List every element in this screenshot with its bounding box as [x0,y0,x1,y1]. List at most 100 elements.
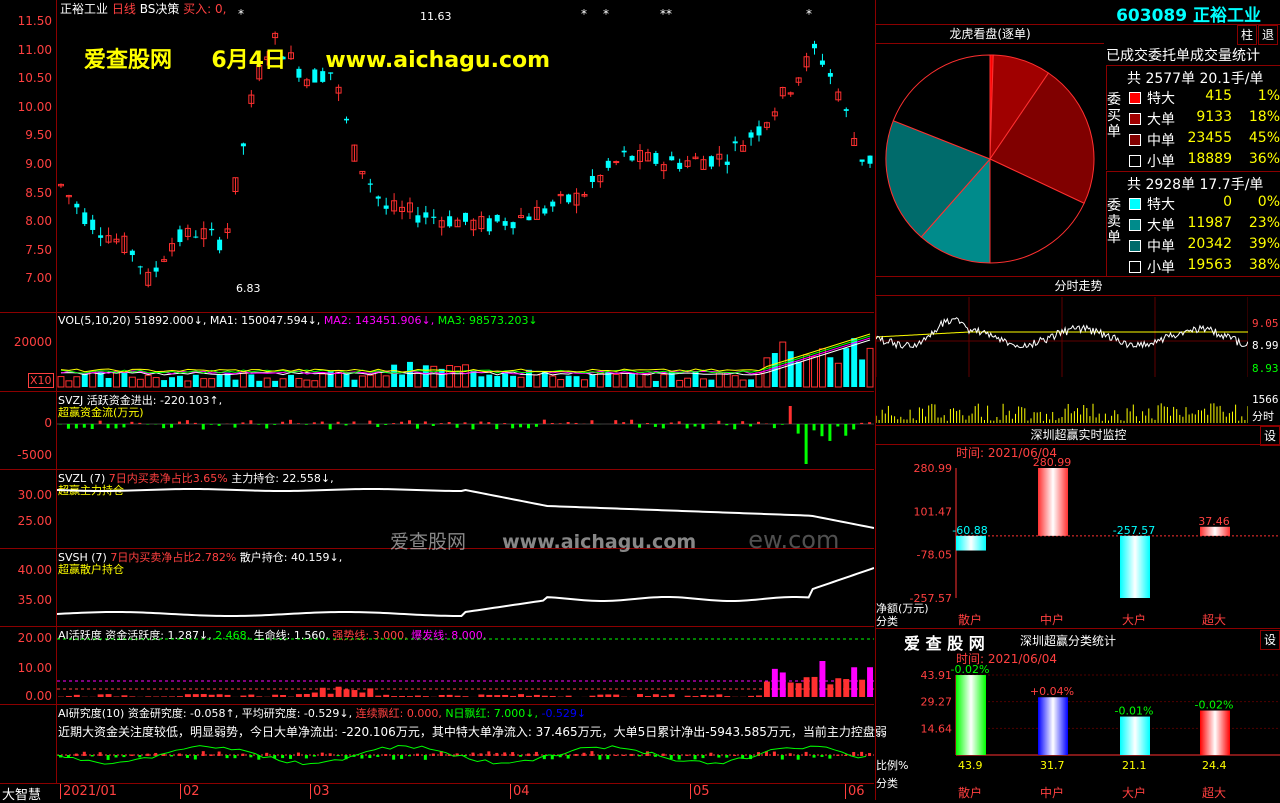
buy-row-value: 18889 [1187,151,1232,167]
candle-body [868,156,873,164]
dragon-panel[interactable]: 龙虎看盘(逐单) 柱 退 已成交委托单成交量统计 委买单 共 2577单 20.… [875,25,1280,277]
volume-bar [153,378,159,387]
candle-body [487,218,492,231]
ai-bar [605,694,611,697]
classify-bar-top: -0.02% [951,663,990,676]
intraday-panel[interactable]: 分时走势 9.05 8.99 8.93 1566 分时 [875,277,1280,426]
air-bar [75,754,78,756]
svzj-bar [868,422,871,424]
svzj-bar [107,424,110,428]
air-bar [432,754,435,756]
buy-row-label: 中单 [1147,130,1175,150]
ai-bar [812,677,818,697]
ai-bar [661,696,667,697]
air-bar [186,755,189,758]
indicator-line [57,489,874,528]
intra-tick-0: 9.05 [1252,317,1279,330]
air-bar [670,755,673,759]
volume-y-axis: 20000 X10 [0,313,57,391]
air-bar [226,755,229,758]
candle-body [677,163,682,169]
candle-body [503,221,508,226]
air-bar [606,755,609,759]
air-bar [392,755,395,760]
sell-section: 委卖单 共 2928单 17.7手/单 特大00%大单1198723%中单203… [1106,171,1280,276]
volume-bar [288,375,294,387]
ai-bar [296,694,302,697]
ai-bar [248,695,254,697]
star-marker: * [806,7,812,21]
classify-bar-label: 中户 [1040,785,1064,800]
sell-row-value: 11987 [1187,215,1232,231]
svzl-panel[interactable]: 30.00 25.00 SVZL (7) 7日内买卖净占比3.65% 主力持仓:… [0,470,874,549]
svzj-bar [567,422,570,424]
classify-settings-button[interactable]: 设 [1260,630,1280,650]
svzj-bar [495,424,498,429]
svzj-bar [828,424,831,441]
intra-tick-2: 8.93 [1252,362,1279,375]
svzj-bar [694,424,697,426]
sell-swatch [1129,240,1141,252]
ai-activity-panel[interactable]: 20.00 10.00 0.00 AI活跃度 资金活跃度: 1.287↓, 2.… [0,627,874,705]
exit-button[interactable]: 退 [1258,25,1278,45]
volume-bar [486,375,492,387]
order-pie-chart [882,51,1098,267]
volume-bar [137,379,143,387]
volume-bar [447,365,453,387]
sell-swatch [1129,261,1141,273]
svzj-bars [57,392,874,469]
ai-bar [320,688,326,697]
sell-row-value: 20342 [1187,236,1232,252]
volume-bar [391,365,397,387]
air-bar [511,752,514,756]
monitor-panel[interactable]: 深圳超赢实时监控 设 时间: 2021/06/04 280.99101.47-7… [875,426,1280,629]
classify-panel[interactable]: 爱 查 股 网 深圳超赢分类统计 设 时间: 2021/06/04 43.912… [875,629,1280,800]
bar-toggle-button[interactable]: 柱 [1237,25,1257,45]
monitor-y-tick: 280.99 [914,462,953,475]
monitor-settings-button[interactable]: 设 [1260,426,1280,446]
classify-bar-top: -0.01% [1115,705,1154,718]
date-axis[interactable]: 大智慧 2021/010203040506 [0,784,874,800]
ai-bar [550,696,556,697]
star-marker: * [666,7,672,21]
buy-swatch [1129,113,1141,125]
ai-activity-bars [57,627,874,704]
svzj-bar [503,423,506,424]
svzj-bar [257,424,260,425]
volume-bar [320,374,326,387]
ai-research-panel[interactable]: AI研究度(10) 资金研究度: -0.058↑, 平均研究度: -0.529↓… [0,705,874,784]
ai-bar [669,694,675,697]
ai-bar [145,696,151,697]
air-bar [241,754,244,756]
air-bar [400,755,403,759]
ai-bar [161,696,167,697]
svzj-panel[interactable]: 0 -5000 SVZJ 活跃资金进出: -220.103↑, 超赢资金流(万元… [0,392,874,470]
kline-panel[interactable]: 11.5011.0010.5010.009.509.008.508.007.50… [0,0,874,313]
air-bar [828,755,831,759]
volume-bar [645,374,651,387]
volume-bar [423,365,429,387]
ai-bar [827,684,833,697]
ai-bar [502,695,508,697]
ai-bar [716,694,722,697]
volume-panel[interactable]: 20000 X10 VOL(5,10,20) 51892.000↓, MA1: … [0,313,874,392]
ai-bar [185,694,191,697]
classify-bar [1120,717,1150,755]
ai-bar [645,696,651,697]
svzj-bar [678,421,681,424]
volume-bar [494,376,500,387]
volume-bar [240,374,246,387]
candle-body [590,176,595,182]
air-bar [170,755,173,756]
svzj-bar [281,422,284,424]
ai-bar [391,696,397,697]
svsh-panel[interactable]: 40.00 35.00 SVSH (7) 7日内买卖净占比2.782% 散户持仓… [0,549,874,627]
ai-bar [328,694,334,697]
air-bar [210,754,213,756]
volume-bar [518,377,524,387]
candle-body [614,162,619,163]
monitor-y-tick: -78.05 [917,549,952,562]
air-bar [281,755,284,758]
sell-row-pct: 23% [1249,215,1280,231]
stock-name-header: 正裕工业 [1193,6,1261,26]
